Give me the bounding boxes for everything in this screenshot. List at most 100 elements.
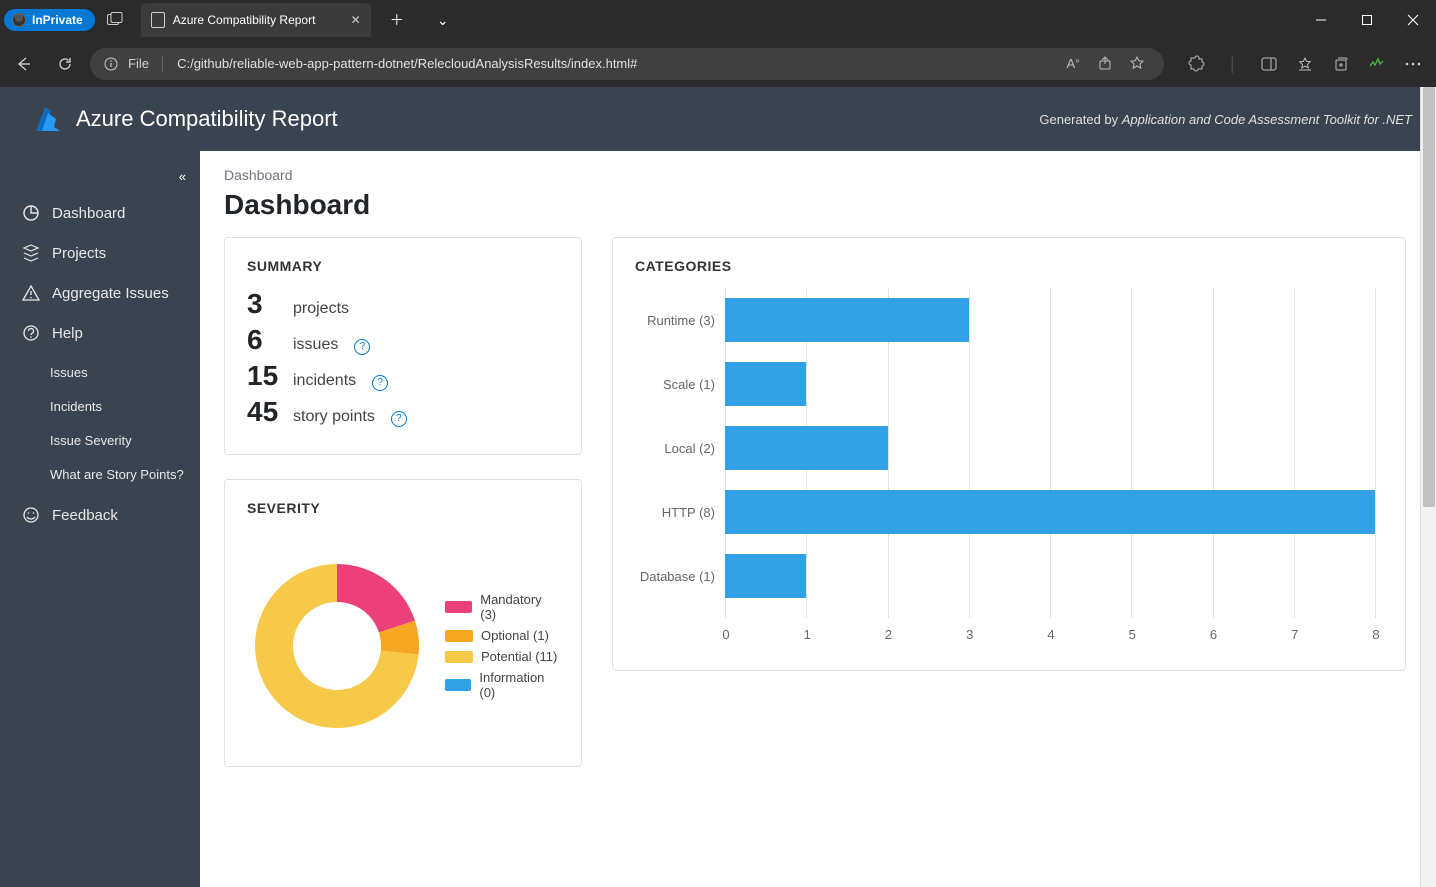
sub-item-incidents[interactable]: Incidents [0,389,200,423]
sidebar-item-help[interactable]: Help [0,313,200,353]
sidebar-pane-icon[interactable] [1252,47,1286,81]
legend-swatch [445,651,473,663]
info-icon [104,57,118,71]
tabs-menu-button[interactable]: ⌄ [423,0,463,40]
warning-icon [22,285,40,301]
main-content: Dashboard Dashboard SUMMARY 3projects6is… [200,151,1436,887]
scrollbar-thumb[interactable] [1423,87,1435,507]
legend-label: Mandatory (3) [480,592,559,622]
sidebar-item-dashboard[interactable]: Dashboard [0,193,200,233]
legend-item[interactable]: Optional (1) [445,628,559,643]
read-aloud-icon[interactable]: A» [1060,56,1086,71]
collections-icon[interactable] [1324,47,1358,81]
x-tick-label: 4 [1047,627,1054,642]
browser-tab[interactable]: Azure Compatibility Report ✕ [141,3,371,37]
legend-swatch [445,601,472,613]
bar-fill[interactable] [725,298,969,342]
page-title: Dashboard [224,189,1406,221]
legend-label: Optional (1) [481,628,549,643]
severity-title: SEVERITY [247,500,559,516]
bar-row: Database (1) [725,552,1375,600]
favorites-bar-icon[interactable] [1288,47,1322,81]
x-tick-label: 1 [804,627,811,642]
inprivate-badge: InPrivate [4,9,95,31]
help-tooltip-icon[interactable]: ? [354,339,370,355]
perf-icon[interactable] [1360,47,1394,81]
sub-item-story-points[interactable]: What are Story Points? [0,457,200,491]
page-icon [151,12,165,28]
bar-row: HTTP (8) [725,488,1375,536]
sub-item-issues[interactable]: Issues [0,355,200,389]
sidebar-item-label: Feedback [52,507,118,524]
legend-label: Information (0) [479,670,559,700]
extensions-icon[interactable] [1180,47,1214,81]
bar-fill[interactable] [725,426,888,470]
sub-item-issue-severity[interactable]: Issue Severity [0,423,200,457]
summary-label: incidents [293,372,356,390]
summary-number: 3 [247,288,283,320]
feedback-icon [22,506,40,524]
legend-item[interactable]: Mandatory (3) [445,592,559,622]
bar-label: Runtime (3) [635,313,721,328]
window-close-button[interactable] [1390,2,1436,38]
address-bar[interactable]: File │ C:/github/reliable-web-app-patter… [90,48,1164,80]
close-tab-button[interactable]: ✕ [351,13,361,27]
bar-fill[interactable] [725,362,806,406]
sidebar-item-label: Dashboard [52,205,125,222]
x-tick-label: 5 [1129,627,1136,642]
legend-item[interactable]: Information (0) [445,670,559,700]
avatar-icon [12,13,26,27]
breadcrumb[interactable]: Dashboard [224,167,1406,183]
browser-chrome: InPrivate Azure Compatibility Report ✕ ＋… [0,0,1436,87]
collapse-sidebar-button[interactable]: « [179,169,186,184]
bar-fill[interactable] [725,554,806,598]
vertical-scrollbar[interactable] [1420,87,1436,887]
grid-line: 8 [1375,288,1376,618]
nav-refresh-button[interactable] [48,47,82,81]
summary-label: issues [293,336,338,354]
tab-actions-button[interactable] [95,0,135,40]
favorite-icon[interactable] [1124,56,1150,71]
legend-swatch [445,630,473,642]
bar-label: Scale (1) [635,377,721,392]
sidebar-item-aggregate-issues[interactable]: Aggregate Issues [0,273,200,313]
help-icon [22,324,40,342]
x-tick-label: 8 [1372,627,1379,642]
app-header: Azure Compatibility Report Generated by … [0,87,1436,151]
x-tick-label: 7 [1291,627,1298,642]
severity-card: SEVERITY Mandatory (3) Optional (1) Potent… [224,479,582,767]
bar-label: Database (1) [635,569,721,584]
categories-card: CATEGORIES 012345678Runtime (3)Scale (1)… [612,237,1406,671]
tab-title: Azure Compatibility Report [173,13,316,27]
inprivate-label: InPrivate [32,13,83,27]
severity-legend: Mandatory (3) Optional (1) Potential (11) I… [445,592,559,700]
more-menu-button[interactable] [1396,47,1430,81]
share-icon[interactable] [1092,56,1118,71]
window-maximize-button[interactable] [1344,2,1390,38]
summary-row: 15incidents? [247,360,559,392]
help-tooltip-icon[interactable]: ? [372,375,388,391]
sidebar-item-projects[interactable]: Projects [0,233,200,273]
addr-scheme: File [128,56,149,71]
addr-separator: │ [159,56,167,71]
nav-back-button[interactable] [6,47,40,81]
window-minimize-button[interactable] [1298,2,1344,38]
projects-icon [22,245,40,261]
dashboard-icon [22,204,40,222]
new-tab-button[interactable]: ＋ [377,0,417,40]
summary-row: 3projects [247,288,559,320]
bar-row: Local (2) [725,424,1375,472]
help-subnav: Issues Incidents Issue Severity What are… [0,353,200,495]
bar-fill[interactable] [725,490,1375,534]
bar-row: Scale (1) [725,360,1375,408]
severity-donut-chart [247,556,427,736]
donut-slice[interactable] [337,564,415,632]
x-tick-label: 0 [722,627,729,642]
azure-logo-icon [34,105,64,133]
app-title: Azure Compatibility Report [76,106,338,132]
sidebar-item-feedback[interactable]: Feedback [0,495,200,535]
ext-divider: │ [1216,47,1250,81]
help-tooltip-icon[interactable]: ? [391,411,407,427]
summary-label: story points [293,408,375,426]
legend-item[interactable]: Potential (11) [445,649,559,664]
